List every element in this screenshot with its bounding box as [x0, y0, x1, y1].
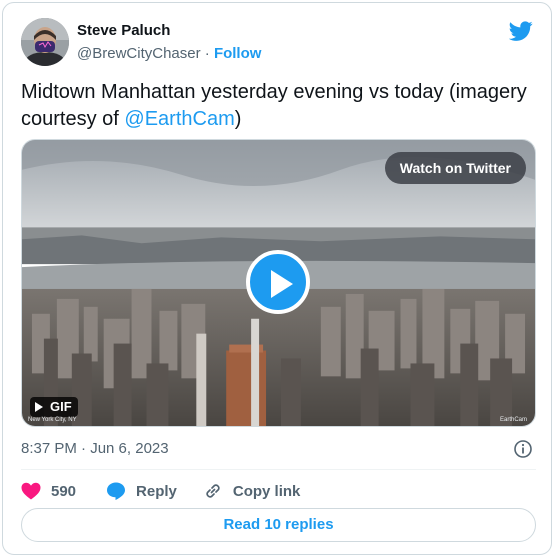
like-button[interactable]: 590: [21, 482, 76, 500]
tweet-timestamp[interactable]: 8:37 PM · Jun 6, 2023: [21, 440, 169, 457]
read-replies-button[interactable]: Read 10 replies: [21, 508, 536, 542]
tweet-card: Steve Paluch @BrewCityChaser · Follow Mi…: [2, 2, 552, 555]
divider: [21, 469, 536, 470]
like-count: 590: [51, 482, 77, 500]
reply-button[interactable]: Reply: [106, 481, 177, 501]
play-icon: [271, 270, 293, 298]
link-icon: [206, 484, 220, 498]
heart-icon: [21, 482, 41, 500]
action-bar: 590 Reply Copy link: [21, 479, 300, 503]
mention-link[interactable]: @EarthCam: [124, 108, 234, 130]
avatar[interactable]: [21, 18, 69, 66]
twitter-bird-icon[interactable]: [509, 19, 533, 43]
tweet-text-end: ): [234, 108, 242, 130]
copy-link-label: Copy link: [232, 482, 301, 500]
video-media[interactable]: Watch on Twitter GIF New York City, NY E…: [21, 139, 536, 427]
watermark-brand: EarthCam: [499, 417, 527, 423]
separator: ·: [204, 45, 210, 62]
watermark-location: New York City, NY: [28, 417, 77, 423]
info-icon[interactable]: [513, 439, 533, 459]
gif-label: GIF: [50, 399, 72, 414]
author-handle[interactable]: @BrewCityChaser: [77, 45, 201, 62]
speech-bubble-icon: [107, 482, 126, 500]
watch-on-twitter-button[interactable]: Watch on Twitter: [384, 152, 526, 184]
follow-button[interactable]: Follow: [214, 45, 262, 62]
copy-link-button[interactable]: Copy link: [203, 481, 301, 501]
author-handle-row: @BrewCityChaser · Follow: [77, 45, 261, 62]
gif-badge[interactable]: GIF: [30, 397, 78, 417]
tweet-text-body: Midtown Manhattan yesterday evening vs t…: [21, 81, 527, 130]
author-name[interactable]: Steve Paluch: [77, 22, 170, 39]
tweet-text: Midtown Manhattan yesterday evening vs t…: [21, 79, 536, 133]
play-small-icon: [35, 402, 43, 412]
reply-label: Reply: [136, 482, 177, 500]
play-button[interactable]: [246, 250, 310, 314]
